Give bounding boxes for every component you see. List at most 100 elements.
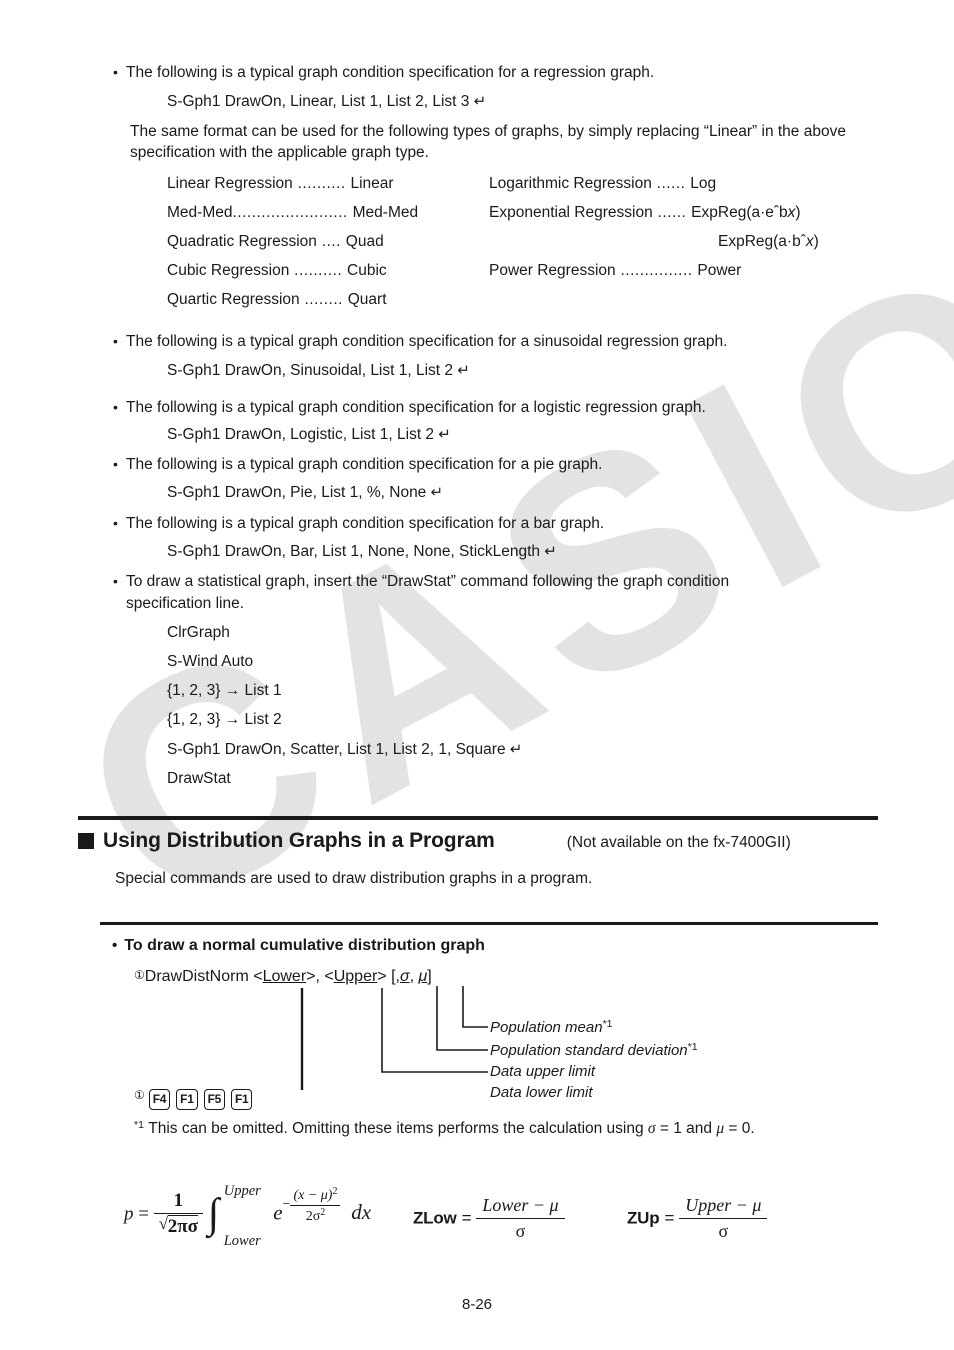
bullet-dot: • xyxy=(113,333,118,349)
formula-p-lhs: p xyxy=(124,1203,134,1225)
regression-types-table: Linear Regression .......... Linear Loga… xyxy=(167,174,889,319)
footnote-text-a: This can be omitted. Omitting these item… xyxy=(148,1120,648,1137)
subsection-divider-thin xyxy=(100,922,878,925)
formula-zlow-num: Lower − μ xyxy=(476,1195,565,1219)
table-row: Quartic Regression ........ Quart xyxy=(167,290,889,319)
return-arrow-icon: ↵ xyxy=(426,484,444,501)
callout-data-upper-limit: Data upper limit xyxy=(490,1063,596,1080)
bullet-logistic: • The following is a typical graph condi… xyxy=(113,397,883,419)
formula-p-frac-num: 1 xyxy=(153,1190,203,1214)
formula-p-dx: dx xyxy=(351,1200,372,1225)
footnote-text-b: = 1 and xyxy=(655,1120,717,1137)
callout-data-lower-limit: Data lower limit xyxy=(490,1084,593,1101)
formula-zup-label: ZUp xyxy=(627,1208,660,1228)
regression-entry-power: Power Regression ............... Power xyxy=(489,262,742,279)
regression-entry-linear: Linear Regression .......... Linear xyxy=(167,175,394,192)
formula-zlow-eq: = xyxy=(461,1208,472,1228)
code-line-logistic: S-Gph1 DrawOn, Logistic, List 1, List 2 … xyxy=(167,426,451,443)
formula-p-fraction: 1 2πσ xyxy=(153,1190,203,1238)
paragraph-same-format: The same format can be used for the foll… xyxy=(130,123,846,161)
formula-p-exp-den: 2σ2 xyxy=(305,1206,326,1224)
code-line-sinusoidal: S-Gph1 DrawOn, Sinusoidal, List 1, List … xyxy=(167,362,470,379)
subsection-heading: • To draw a normal cumulative distributio… xyxy=(112,937,485,955)
formula-zup-fraction: Upper − μ σ xyxy=(679,1195,768,1242)
bullet-text: The following is a typical graph conditi… xyxy=(126,515,605,532)
regression-entry-medmed: Med-Med........................ Med-Med xyxy=(167,204,419,221)
integral-icon: ∫ Upper Lower xyxy=(207,1183,261,1250)
document-page: CASIO • The following is a typical graph… xyxy=(0,0,954,1350)
bullet-dot: • xyxy=(113,64,118,80)
section-subtitle: Special commands are used to draw distri… xyxy=(115,870,593,887)
fkey-f1-button[interactable]: F1 xyxy=(176,1089,198,1110)
code-line-clrgraph: ClrGraph xyxy=(167,624,230,641)
bullet-bar: • The following is a typical graph condi… xyxy=(113,513,883,535)
code-line-list2: {1, 2, 3} → List 2 xyxy=(167,711,282,728)
fkey-f5-button[interactable]: F5 xyxy=(203,1089,225,1110)
code-line-swind: S-Wind Auto xyxy=(167,653,254,670)
bullet-text: The following is a typical graph conditi… xyxy=(126,456,603,473)
code-line-bar: S-Gph1 DrawOn, Bar, List 1, None, None, … xyxy=(167,543,557,560)
return-arrow-icon: ↵ xyxy=(434,426,451,443)
code-line-linear: S-Gph1 DrawOn, Linear, List 1, List 2, L… xyxy=(167,93,487,110)
formula-p-base-e: e xyxy=(273,1200,283,1225)
return-arrow-icon: ↵ xyxy=(469,93,487,110)
formula-zlow-label: ZLow xyxy=(413,1208,457,1228)
code-line-list1: {1, 2, 3} → List 1 xyxy=(167,682,282,699)
page-footer: 8-26 xyxy=(0,1296,954,1313)
fkey-f1-button-2[interactable]: F1 xyxy=(230,1089,253,1110)
bullet-regression-graph: • The following is a typical graph condi… xyxy=(113,62,883,84)
function-key-sequence: ① F4 F1 F5 F1 xyxy=(134,1088,258,1110)
bullet-text-line2: specification line. xyxy=(126,594,245,612)
section-availability-note: (Not available on the fx-7400GII) xyxy=(566,834,791,851)
code-line-drawstat: DrawStat xyxy=(167,770,231,787)
footnote-sigma: σ xyxy=(647,1120,656,1137)
formula-p-eq: = xyxy=(138,1203,149,1225)
table-row: Quadratic Regression .... Quad ExpReg(a·… xyxy=(167,232,889,261)
bullet-dot: • xyxy=(113,456,118,472)
formula-p-exponent: (x − μ)2 2σ2 xyxy=(290,1186,341,1225)
bullet-dot: • xyxy=(112,937,118,954)
bullet-text: The following is a typical graph conditi… xyxy=(126,333,728,350)
formula-p-exp-num: (x − μ)2 xyxy=(290,1186,341,1206)
subsection-title: To draw a normal cumulative distribution… xyxy=(124,937,485,954)
bullet-text: The following is a typical graph conditi… xyxy=(126,399,706,416)
table-row: Cubic Regression .......... Cubic Power … xyxy=(167,261,889,290)
section-divider-thick xyxy=(78,816,878,820)
formula-zlow-fraction: Lower − μ σ xyxy=(476,1195,565,1242)
section-heading: Using Distribution Graphs in a Program (… xyxy=(78,829,791,853)
regression-entry-quadratic: Quadratic Regression .... Quad xyxy=(167,233,384,250)
formula-zup-den: σ xyxy=(718,1221,729,1241)
section-title: Using Distribution Graphs in a Program xyxy=(103,829,495,852)
formula-zup: ZUp = Upper − μ σ xyxy=(627,1195,768,1242)
bullet-drawstat: • To draw a statistical graph, insert th… xyxy=(113,571,873,614)
regression-entry-exponential: Exponential Regression ...... ExpReg(a·e… xyxy=(489,204,801,221)
fkey-f4-button[interactable]: F4 xyxy=(148,1089,171,1110)
table-row: Med-Med........................ Med-Med … xyxy=(167,203,889,232)
syntax-callout-diagram: Population mean*1 Population standard de… xyxy=(130,960,770,1101)
formula-zup-num: Upper − μ xyxy=(679,1195,768,1219)
code-line-scatter: S-Gph1 DrawOn, Scatter, List 1, List 2, … xyxy=(167,741,523,758)
return-arrow-icon: ↵ xyxy=(505,741,523,758)
formula-zlow-den: σ xyxy=(515,1221,526,1241)
integral-lower-limit: Lower xyxy=(223,1233,261,1250)
bullet-dot: • xyxy=(113,399,118,415)
formula-zup-eq: = xyxy=(664,1208,675,1228)
return-arrow-icon: ↵ xyxy=(540,543,557,560)
page-number: 8-26 xyxy=(461,1296,493,1313)
integral-upper-limit: Upper xyxy=(223,1183,261,1200)
bullet-text-line1: To draw a statistical graph, insert the … xyxy=(126,573,730,590)
table-row: Linear Regression .......... Linear Loga… xyxy=(167,174,889,203)
footnote-marker: *1 xyxy=(134,1119,144,1131)
sqrt-icon: 2πσ xyxy=(159,1214,198,1238)
footnote-omission: *1 This can be omitted. Omitting these i… xyxy=(134,1119,755,1138)
formula-p-exp-minus: − xyxy=(282,1197,291,1213)
italic-x: x xyxy=(805,233,814,250)
regression-entry-log: Logarithmic Regression ...... Log xyxy=(489,175,717,192)
bullet-sinusoidal: • The following is a typical graph condi… xyxy=(113,331,883,353)
callout-population-std-dev: Population standard deviation*1 xyxy=(490,1041,698,1059)
footnote-text-c: = 0. xyxy=(724,1120,755,1137)
return-arrow-icon: ↵ xyxy=(453,362,470,379)
formula-row: p = 1 2πσ ∫ Upper Lower e− (x − μ)2 2σ2 … xyxy=(0,1165,954,1275)
formula-p-frac-den: 2πσ xyxy=(154,1214,203,1238)
formula-probability: p = 1 2πσ ∫ Upper Lower e− (x − μ)2 2σ2 … xyxy=(124,1183,372,1250)
